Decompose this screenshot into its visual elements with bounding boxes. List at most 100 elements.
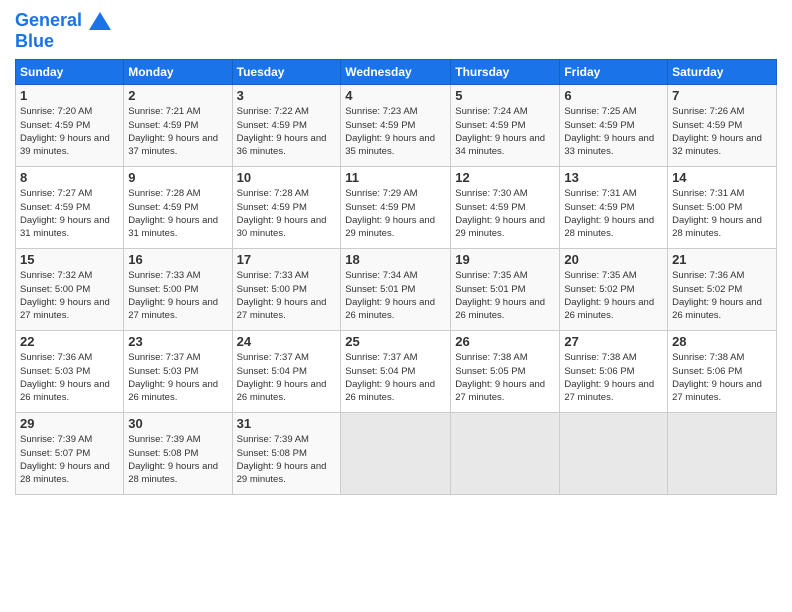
day-number: 20 (564, 252, 663, 267)
weekday-header-friday: Friday (560, 60, 668, 85)
day-info: Sunrise: 7:38 AM Sunset: 5:06 PM Dayligh… (672, 351, 772, 404)
calendar-cell: 21 Sunrise: 7:36 AM Sunset: 5:02 PM Dayl… (668, 249, 777, 331)
calendar-cell: 1 Sunrise: 7:20 AM Sunset: 4:59 PM Dayli… (16, 85, 124, 167)
calendar-cell: 7 Sunrise: 7:26 AM Sunset: 4:59 PM Dayli… (668, 85, 777, 167)
day-number: 23 (128, 334, 227, 349)
day-number: 2 (128, 88, 227, 103)
calendar-cell (341, 413, 451, 495)
calendar-cell: 4 Sunrise: 7:23 AM Sunset: 4:59 PM Dayli… (341, 85, 451, 167)
day-info: Sunrise: 7:37 AM Sunset: 5:03 PM Dayligh… (128, 351, 227, 404)
day-info: Sunrise: 7:38 AM Sunset: 5:06 PM Dayligh… (564, 351, 663, 404)
calendar-cell: 8 Sunrise: 7:27 AM Sunset: 4:59 PM Dayli… (16, 167, 124, 249)
calendar-cell: 14 Sunrise: 7:31 AM Sunset: 5:00 PM Dayl… (668, 167, 777, 249)
day-info: Sunrise: 7:39 AM Sunset: 5:07 PM Dayligh… (20, 433, 119, 486)
day-info: Sunrise: 7:27 AM Sunset: 4:59 PM Dayligh… (20, 187, 119, 240)
calendar-cell: 17 Sunrise: 7:33 AM Sunset: 5:00 PM Dayl… (232, 249, 341, 331)
weekday-header-wednesday: Wednesday (341, 60, 451, 85)
day-info: Sunrise: 7:37 AM Sunset: 5:04 PM Dayligh… (345, 351, 446, 404)
weekday-header-tuesday: Tuesday (232, 60, 341, 85)
logo-blue: Blue (15, 31, 111, 52)
calendar-week-4: 22 Sunrise: 7:36 AM Sunset: 5:03 PM Dayl… (16, 331, 777, 413)
day-number: 30 (128, 416, 227, 431)
day-number: 12 (455, 170, 555, 185)
day-number: 5 (455, 88, 555, 103)
day-number: 14 (672, 170, 772, 185)
day-info: Sunrise: 7:33 AM Sunset: 5:00 PM Dayligh… (128, 269, 227, 322)
calendar-cell: 24 Sunrise: 7:37 AM Sunset: 5:04 PM Dayl… (232, 331, 341, 413)
calendar-cell: 23 Sunrise: 7:37 AM Sunset: 5:03 PM Dayl… (124, 331, 232, 413)
calendar-cell: 19 Sunrise: 7:35 AM Sunset: 5:01 PM Dayl… (451, 249, 560, 331)
calendar-cell: 26 Sunrise: 7:38 AM Sunset: 5:05 PM Dayl… (451, 331, 560, 413)
calendar-cell: 25 Sunrise: 7:37 AM Sunset: 5:04 PM Dayl… (341, 331, 451, 413)
calendar-cell: 6 Sunrise: 7:25 AM Sunset: 4:59 PM Dayli… (560, 85, 668, 167)
day-number: 17 (237, 252, 337, 267)
day-info: Sunrise: 7:38 AM Sunset: 5:05 PM Dayligh… (455, 351, 555, 404)
day-number: 21 (672, 252, 772, 267)
day-info: Sunrise: 7:28 AM Sunset: 4:59 PM Dayligh… (128, 187, 227, 240)
day-info: Sunrise: 7:37 AM Sunset: 5:04 PM Dayligh… (237, 351, 337, 404)
day-number: 4 (345, 88, 446, 103)
calendar-cell: 15 Sunrise: 7:32 AM Sunset: 5:00 PM Dayl… (16, 249, 124, 331)
day-number: 19 (455, 252, 555, 267)
day-number: 8 (20, 170, 119, 185)
day-info: Sunrise: 7:30 AM Sunset: 4:59 PM Dayligh… (455, 187, 555, 240)
day-info: Sunrise: 7:26 AM Sunset: 4:59 PM Dayligh… (672, 105, 772, 158)
calendar-week-5: 29 Sunrise: 7:39 AM Sunset: 5:07 PM Dayl… (16, 413, 777, 495)
calendar-week-3: 15 Sunrise: 7:32 AM Sunset: 5:00 PM Dayl… (16, 249, 777, 331)
calendar-cell: 30 Sunrise: 7:39 AM Sunset: 5:08 PM Dayl… (124, 413, 232, 495)
calendar-cell: 28 Sunrise: 7:38 AM Sunset: 5:06 PM Dayl… (668, 331, 777, 413)
day-number: 11 (345, 170, 446, 185)
day-number: 27 (564, 334, 663, 349)
calendar-cell: 13 Sunrise: 7:31 AM Sunset: 4:59 PM Dayl… (560, 167, 668, 249)
day-info: Sunrise: 7:29 AM Sunset: 4:59 PM Dayligh… (345, 187, 446, 240)
calendar-table: SundayMondayTuesdayWednesdayThursdayFrid… (15, 59, 777, 495)
day-number: 1 (20, 88, 119, 103)
day-number: 6 (564, 88, 663, 103)
day-number: 28 (672, 334, 772, 349)
calendar-cell: 5 Sunrise: 7:24 AM Sunset: 4:59 PM Dayli… (451, 85, 560, 167)
calendar-cell: 27 Sunrise: 7:38 AM Sunset: 5:06 PM Dayl… (560, 331, 668, 413)
day-info: Sunrise: 7:28 AM Sunset: 4:59 PM Dayligh… (237, 187, 337, 240)
day-info: Sunrise: 7:34 AM Sunset: 5:01 PM Dayligh… (345, 269, 446, 322)
day-info: Sunrise: 7:39 AM Sunset: 5:08 PM Dayligh… (237, 433, 337, 486)
calendar-week-2: 8 Sunrise: 7:27 AM Sunset: 4:59 PM Dayli… (16, 167, 777, 249)
logo: General Blue (15, 10, 111, 51)
day-info: Sunrise: 7:39 AM Sunset: 5:08 PM Dayligh… (128, 433, 227, 486)
calendar-cell: 18 Sunrise: 7:34 AM Sunset: 5:01 PM Dayl… (341, 249, 451, 331)
page: General Blue SundayMondayTuesdayWednesda… (0, 0, 792, 612)
calendar-cell: 29 Sunrise: 7:39 AM Sunset: 5:07 PM Dayl… (16, 413, 124, 495)
day-info: Sunrise: 7:36 AM Sunset: 5:03 PM Dayligh… (20, 351, 119, 404)
day-number: 25 (345, 334, 446, 349)
day-number: 29 (20, 416, 119, 431)
calendar-cell (560, 413, 668, 495)
day-number: 24 (237, 334, 337, 349)
calendar-cell: 2 Sunrise: 7:21 AM Sunset: 4:59 PM Dayli… (124, 85, 232, 167)
day-number: 26 (455, 334, 555, 349)
day-info: Sunrise: 7:35 AM Sunset: 5:02 PM Dayligh… (564, 269, 663, 322)
header: General Blue (15, 10, 777, 51)
day-info: Sunrise: 7:20 AM Sunset: 4:59 PM Dayligh… (20, 105, 119, 158)
logo-general: General (15, 10, 82, 30)
calendar-cell: 12 Sunrise: 7:30 AM Sunset: 4:59 PM Dayl… (451, 167, 560, 249)
day-number: 9 (128, 170, 227, 185)
day-info: Sunrise: 7:21 AM Sunset: 4:59 PM Dayligh… (128, 105, 227, 158)
logo-text: General (15, 10, 111, 31)
day-info: Sunrise: 7:31 AM Sunset: 5:00 PM Dayligh… (672, 187, 772, 240)
day-number: 31 (237, 416, 337, 431)
calendar-cell (668, 413, 777, 495)
calendar-week-1: 1 Sunrise: 7:20 AM Sunset: 4:59 PM Dayli… (16, 85, 777, 167)
day-number: 13 (564, 170, 663, 185)
weekday-header-saturday: Saturday (668, 60, 777, 85)
day-info: Sunrise: 7:36 AM Sunset: 5:02 PM Dayligh… (672, 269, 772, 322)
day-number: 22 (20, 334, 119, 349)
day-info: Sunrise: 7:32 AM Sunset: 5:00 PM Dayligh… (20, 269, 119, 322)
day-number: 7 (672, 88, 772, 103)
calendar-cell: 9 Sunrise: 7:28 AM Sunset: 4:59 PM Dayli… (124, 167, 232, 249)
day-info: Sunrise: 7:33 AM Sunset: 5:00 PM Dayligh… (237, 269, 337, 322)
day-info: Sunrise: 7:35 AM Sunset: 5:01 PM Dayligh… (455, 269, 555, 322)
day-number: 15 (20, 252, 119, 267)
calendar-cell: 22 Sunrise: 7:36 AM Sunset: 5:03 PM Dayl… (16, 331, 124, 413)
day-info: Sunrise: 7:31 AM Sunset: 4:59 PM Dayligh… (564, 187, 663, 240)
calendar-cell: 20 Sunrise: 7:35 AM Sunset: 5:02 PM Dayl… (560, 249, 668, 331)
day-info: Sunrise: 7:25 AM Sunset: 4:59 PM Dayligh… (564, 105, 663, 158)
